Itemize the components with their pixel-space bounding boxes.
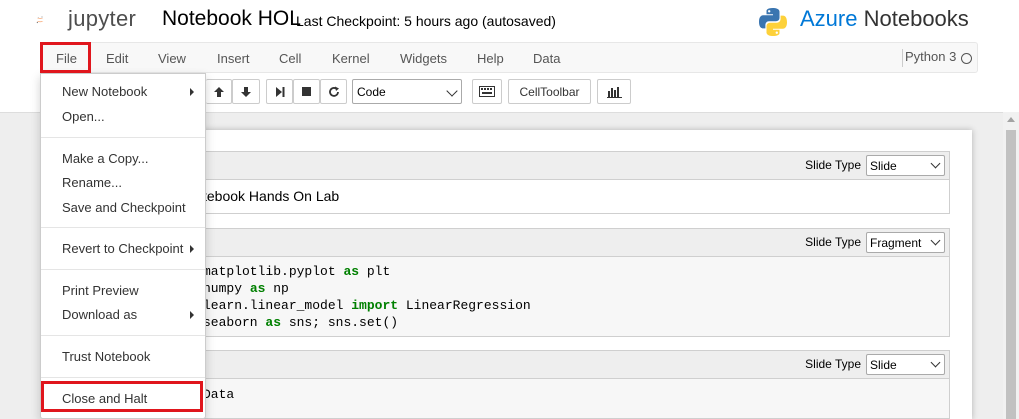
interrupt-kernel-button[interactable] (293, 79, 320, 104)
menu-divider (41, 377, 205, 378)
stop-icon (302, 87, 311, 96)
keyboard-icon (479, 86, 495, 97)
menu-new-notebook[interactable]: New Notebook (62, 84, 147, 99)
file-menu-dropdown: New Notebook Open... Make a Copy... Rena… (40, 73, 206, 419)
menu-divider (41, 227, 205, 228)
brand-notebooks: Notebooks (863, 6, 969, 31)
code-line-data: Data (203, 387, 235, 402)
code-token: sns; sns.set() (281, 315, 399, 330)
scrollbar-thumb[interactable] (1006, 130, 1016, 419)
code-token: numpy (203, 281, 250, 296)
code-keyword: import (351, 298, 399, 313)
slide-type-select[interactable]: Fragment (866, 232, 945, 253)
menu-rename[interactable]: Rename... (62, 175, 122, 190)
code-line-4: seaborn as sns; sns.set() (203, 315, 398, 330)
code-keyword: as (343, 264, 360, 279)
code-keyword: as (249, 281, 266, 296)
slide-type-label: Slide Type (805, 357, 861, 371)
slide-type-value: Slide (870, 357, 897, 372)
menu-data[interactable]: Data (533, 51, 560, 66)
markdown-cell-1[interactable]: tebook Hands On Lab (197, 179, 950, 214)
arrow-down-icon (241, 86, 251, 97)
code-token: np (265, 281, 289, 296)
code-line-1: matplotlib.pyplot as plt (203, 264, 390, 279)
bar-chart-icon (606, 86, 622, 98)
chevron-down-icon (930, 235, 941, 246)
header: jupyter Notebook HOL Last Checkpoint: 5 … (0, 0, 1019, 43)
slide-type-value: Fragment (870, 235, 922, 250)
menu-view[interactable]: View (158, 51, 186, 66)
cell-type-select[interactable]: Code (352, 79, 462, 104)
azure-notebooks-brand: Azure Notebooks (800, 6, 969, 32)
jupyter-logo-icon[interactable] (36, 4, 66, 36)
code-line-3: learn.linear_model import LinearRegressi… (203, 298, 531, 313)
markdown-text: tebook Hands On Lab (203, 188, 340, 204)
cell-toolbar-1: Slide Type Slide (197, 151, 950, 179)
cell-type-value: Code (357, 84, 386, 99)
step-forward-icon (275, 86, 284, 97)
code-cell-2[interactable]: matplotlib.pyplot as plt numpy as np lea… (197, 256, 950, 337)
code-token: plt (359, 264, 391, 279)
move-up-button[interactable] (206, 79, 232, 104)
slide-type-value: Slide (870, 158, 897, 173)
menu-trust-notebook[interactable]: Trust Notebook (62, 349, 150, 364)
slide-type-select[interactable]: Slide (866, 155, 945, 176)
code-keyword: as (265, 315, 282, 330)
menu-make-copy[interactable]: Make a Copy... (62, 151, 148, 166)
jupyter-logo-text[interactable]: jupyter (68, 6, 136, 32)
command-palette-button[interactable] (472, 79, 502, 104)
chevron-down-icon (930, 357, 941, 368)
cell-toolbar-3: Slide Type Slide (197, 350, 950, 378)
menu-download-as[interactable]: Download as (62, 307, 137, 322)
run-cell-button[interactable] (266, 79, 293, 104)
code-token: LinearRegression (398, 298, 531, 313)
slide-type-label: Slide Type (805, 158, 861, 172)
checkpoint-status: Last Checkpoint: 5 hours ago (autosaved) (296, 13, 556, 29)
slideshow-button[interactable] (597, 79, 631, 104)
scroll-up-icon[interactable] (1007, 117, 1015, 122)
vertical-scrollbar[interactable] (1003, 112, 1019, 419)
close-halt-highlight (41, 381, 203, 412)
code-token: seaborn (203, 315, 266, 330)
chevron-down-icon (930, 158, 941, 169)
kernel-name: Python 3 (902, 49, 956, 67)
submenu-arrow-icon (190, 311, 194, 319)
menubar: File Edit View Insert Cell Kernel Widget… (40, 42, 978, 73)
arrow-up-icon (213, 86, 224, 97)
file-menu-highlight (40, 42, 91, 73)
restart-kernel-button[interactable] (320, 79, 347, 104)
menu-kernel[interactable]: Kernel (332, 51, 370, 66)
menu-divider (41, 137, 205, 138)
menu-divider (41, 335, 205, 336)
submenu-arrow-icon (190, 245, 194, 253)
slide-type-label: Slide Type (805, 235, 861, 249)
code-cell-3[interactable]: Data (197, 378, 950, 419)
menu-cell[interactable]: Cell (279, 51, 301, 66)
code-token: matplotlib.pyplot (203, 264, 344, 279)
menu-help[interactable]: Help (477, 51, 504, 66)
menu-edit[interactable]: Edit (106, 51, 128, 66)
celltoolbar-button[interactable]: CellToolbar (508, 79, 591, 104)
kernel-idle-icon (961, 53, 972, 64)
menu-print-preview[interactable]: Print Preview (62, 283, 139, 298)
slide-type-select[interactable]: Slide (866, 354, 945, 375)
menu-insert[interactable]: Insert (217, 51, 250, 66)
menu-open[interactable]: Open... (62, 109, 105, 124)
code-token: learn.linear_model (203, 298, 352, 313)
move-down-button[interactable] (232, 79, 260, 104)
menu-revert-checkpoint[interactable]: Revert to Checkpoint (62, 241, 183, 256)
code-line-2: numpy as np (203, 281, 289, 296)
cell-toolbar-2: Slide Type Fragment (197, 228, 950, 256)
menu-save-checkpoint[interactable]: Save and Checkpoint (62, 200, 186, 215)
refresh-icon (328, 86, 339, 97)
menu-divider (41, 269, 205, 270)
brand-azure: Azure (800, 6, 858, 31)
python-logo-icon (759, 8, 787, 36)
chevron-down-icon (446, 85, 458, 97)
notebook-name[interactable]: Notebook HOL (162, 7, 301, 31)
menu-widgets[interactable]: Widgets (400, 51, 447, 66)
submenu-arrow-icon (190, 88, 194, 96)
